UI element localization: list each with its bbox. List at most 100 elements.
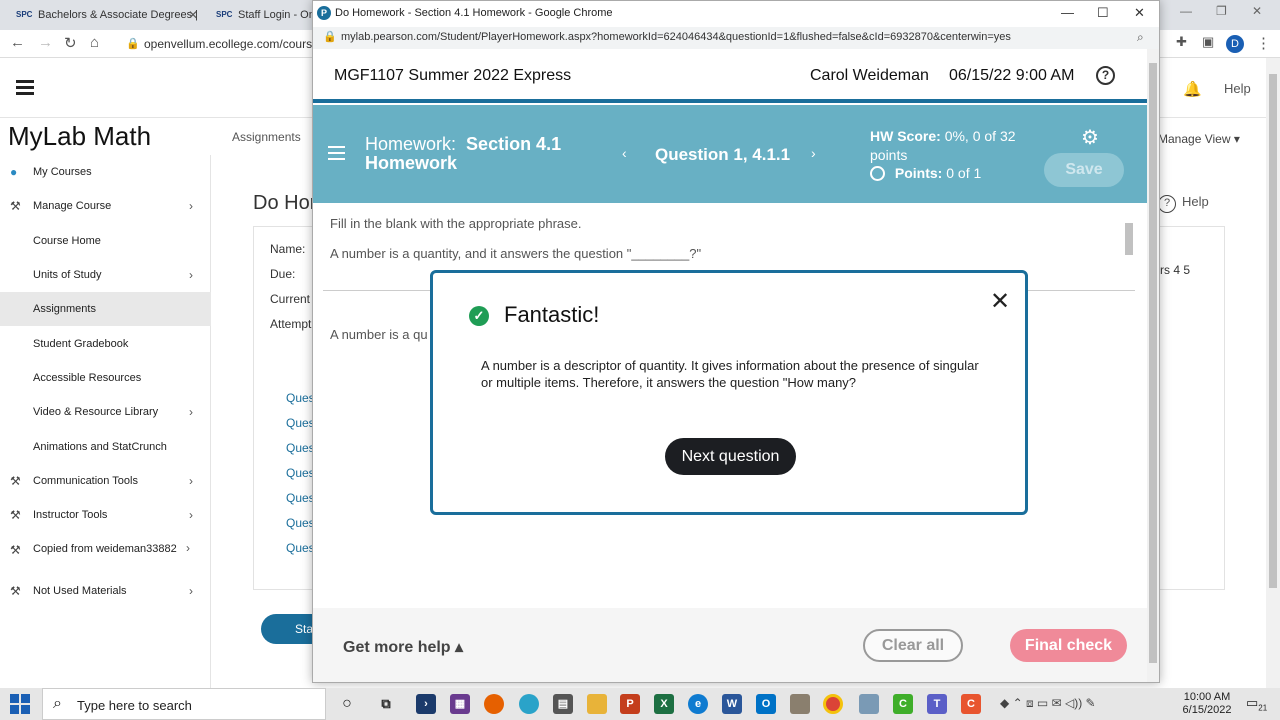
question-link[interactable]: Ques (286, 491, 315, 505)
tab-label: Staff Login - One (238, 9, 314, 21)
sidebar-item-copied-from[interactable]: ⚒ Copied from weideman33882 (0, 539, 180, 571)
popup-scrollbar[interactable] (1147, 49, 1159, 682)
menu-kebab-icon[interactable]: ⋮ (1256, 34, 1271, 52)
sidebar-item-communication-tools[interactable]: ⚒ Communication Tools › (0, 464, 211, 498)
sidebar-item-label: Student Gradebook (33, 338, 129, 350)
back-arrow-icon[interactable]: ← (10, 34, 25, 51)
progress-circle-icon (870, 166, 885, 181)
question-link[interactable]: Ques (286, 391, 315, 405)
lock-icon: 🔒 (126, 38, 140, 50)
sidebar-item-not-used-materials[interactable]: ⚒ Not Used Materials › (0, 574, 211, 608)
help-link[interactable]: Help (1224, 81, 1251, 96)
previous-question-chevron-icon[interactable]: ‹ (622, 145, 627, 161)
hamburger-menu-icon[interactable] (16, 80, 34, 96)
next-question-chevron-icon[interactable]: › (811, 145, 816, 161)
close-icon[interactable]: ✕ (188, 4, 198, 26)
task-view-icon[interactable]: ⧉ (376, 694, 396, 714)
sidebar-item-student-gradebook[interactable]: Student Gradebook (0, 327, 211, 361)
modal-body: A number is a descriptor of quantity. It… (481, 358, 979, 390)
zoom-icon[interactable]: ⌕ (1137, 30, 1144, 45)
calculator-icon[interactable]: ▤ (553, 694, 573, 714)
help-link[interactable]: ? Help (1158, 194, 1209, 213)
side-panel-icon[interactable]: ▣ (1202, 34, 1214, 50)
app-icon-calculator[interactable]: ▦ (450, 694, 470, 714)
sidebar-item-my-courses[interactable]: ● My Courses (0, 155, 211, 189)
question-link[interactable]: Ques (286, 441, 315, 455)
assignments-tab[interactable]: Assignments (232, 130, 301, 144)
sidebar-item-manage-course[interactable]: ⚒ Manage Course › (0, 189, 211, 223)
sidebar-item-assignments[interactable]: Assignments (0, 292, 211, 326)
student-name: Carol Weideman (810, 67, 929, 84)
tab-staff-login[interactable]: SPC Staff Login - One (204, 4, 314, 30)
scrollbar-thumb[interactable] (1149, 63, 1157, 663)
hamburger-menu-icon[interactable] (328, 146, 345, 164)
question-link[interactable]: Ques (286, 516, 315, 530)
question-label[interactable]: Question 1, 4.1.1 (655, 145, 790, 165)
powerpoint-icon[interactable]: P (620, 694, 640, 714)
address-bar[interactable]: 🔒 openvellum.ecollege.com/course (120, 34, 320, 54)
extensions-icon[interactable]: ✚ (1176, 34, 1187, 50)
restore-icon[interactable]: ❐ (1216, 4, 1227, 18)
tab-bachelors[interactable]: SPC Bachelors & Associate Degrees | ✕ (4, 4, 204, 30)
sidebar-item-animations-statcrunch[interactable]: Animations and StatCrunch (0, 430, 211, 464)
clear-all-button[interactable]: Clear all (863, 629, 963, 662)
excel-icon[interactable]: X (654, 694, 674, 714)
points-status: Points: 0 of 1 (870, 165, 981, 181)
chrome-icon[interactable] (823, 694, 843, 714)
sidebar-item-instructor-tools[interactable]: ⚒ Instructor Tools › (0, 498, 211, 532)
close-icon[interactable]: ✕ (1134, 5, 1145, 21)
app-icon-c[interactable]: C (961, 694, 981, 714)
edge-icon[interactable]: e (688, 694, 708, 714)
save-button[interactable]: Save (1044, 153, 1124, 187)
close-icon[interactable]: ✕ (990, 287, 1010, 316)
notification-icon[interactable]: ▭21 (1246, 695, 1267, 713)
gear-icon[interactable]: ⚙ (1081, 125, 1099, 150)
popup-address-bar[interactable]: 🔒 mylab.pearson.com/Student/PlayerHomewo… (313, 27, 1159, 49)
next-question-button[interactable]: Next question (665, 438, 796, 475)
app-icon-terminal[interactable]: › (416, 694, 436, 714)
firefox-icon[interactable] (484, 694, 504, 714)
chevron-right-icon: › (189, 199, 193, 213)
help-circle-icon[interactable]: ? (1096, 66, 1115, 85)
snipping-tool-icon[interactable] (859, 694, 879, 714)
word-icon[interactable]: W (722, 694, 742, 714)
reload-icon[interactable]: ↻ (64, 34, 77, 52)
manage-view-dropdown[interactable]: Manage View ▾ (1158, 132, 1240, 146)
minimize-icon[interactable]: — (1180, 4, 1192, 18)
teams-icon[interactable]: T (927, 694, 947, 714)
sidebar-item-label: Animations and StatCrunch (33, 441, 167, 453)
course-name: MGF1107 Summer 2022 Express (334, 67, 572, 84)
taskbar-search-box[interactable]: ⌕ Type here to search (42, 688, 326, 720)
taskbar-clock[interactable]: 10:00 AM 6/15/2022 (1176, 691, 1238, 717)
edge-legacy-icon[interactable] (519, 694, 539, 714)
question-link[interactable]: Ques (286, 466, 315, 480)
sidebar-item-units-of-study[interactable]: Units of Study › (0, 258, 211, 292)
final-check-button[interactable]: Final check (1010, 629, 1127, 662)
home-icon[interactable]: ⌂ (90, 34, 99, 51)
camtasia-icon[interactable]: C (893, 694, 913, 714)
sidebar-item-label: Accessible Resources (33, 372, 142, 384)
sidebar-item-video-resource-library[interactable]: Video & Resource Library › (0, 395, 211, 429)
page-scrollbar[interactable] (1266, 58, 1280, 688)
chevron-right-icon[interactable]: › (186, 541, 192, 555)
forward-arrow-icon[interactable]: → (38, 34, 53, 51)
question-link[interactable]: Ques (286, 541, 315, 555)
minimize-icon[interactable]: — (1061, 5, 1074, 20)
bell-icon[interactable]: 🔔 (1183, 80, 1202, 98)
file-explorer-icon[interactable] (587, 694, 607, 714)
system-tray[interactable]: ◆ ⌃ ⧈ ▭ ✉ ◁)) ✎ (1000, 696, 1096, 711)
cortana-circle-icon[interactable]: ○ (337, 694, 357, 714)
scrollbar-thumb[interactable] (1125, 223, 1133, 255)
sidebar-item-course-home[interactable]: Course Home (0, 224, 211, 258)
scrollbar-thumb[interactable] (1269, 74, 1277, 588)
windows-start-icon[interactable] (10, 694, 30, 714)
app-icon-paint[interactable] (790, 694, 810, 714)
sidebar-item-accessible-resources[interactable]: Accessible Resources (0, 361, 211, 395)
close-icon[interactable]: ✕ (1252, 4, 1262, 18)
maximize-icon[interactable]: ☐ (1097, 5, 1109, 21)
get-more-help-button[interactable]: Get more help ▴ (343, 637, 463, 657)
question-scrollbar[interactable] (1123, 211, 1135, 267)
profile-avatar[interactable]: D (1226, 35, 1244, 53)
outlook-icon[interactable]: O (756, 694, 776, 714)
question-link[interactable]: Ques (286, 416, 315, 430)
